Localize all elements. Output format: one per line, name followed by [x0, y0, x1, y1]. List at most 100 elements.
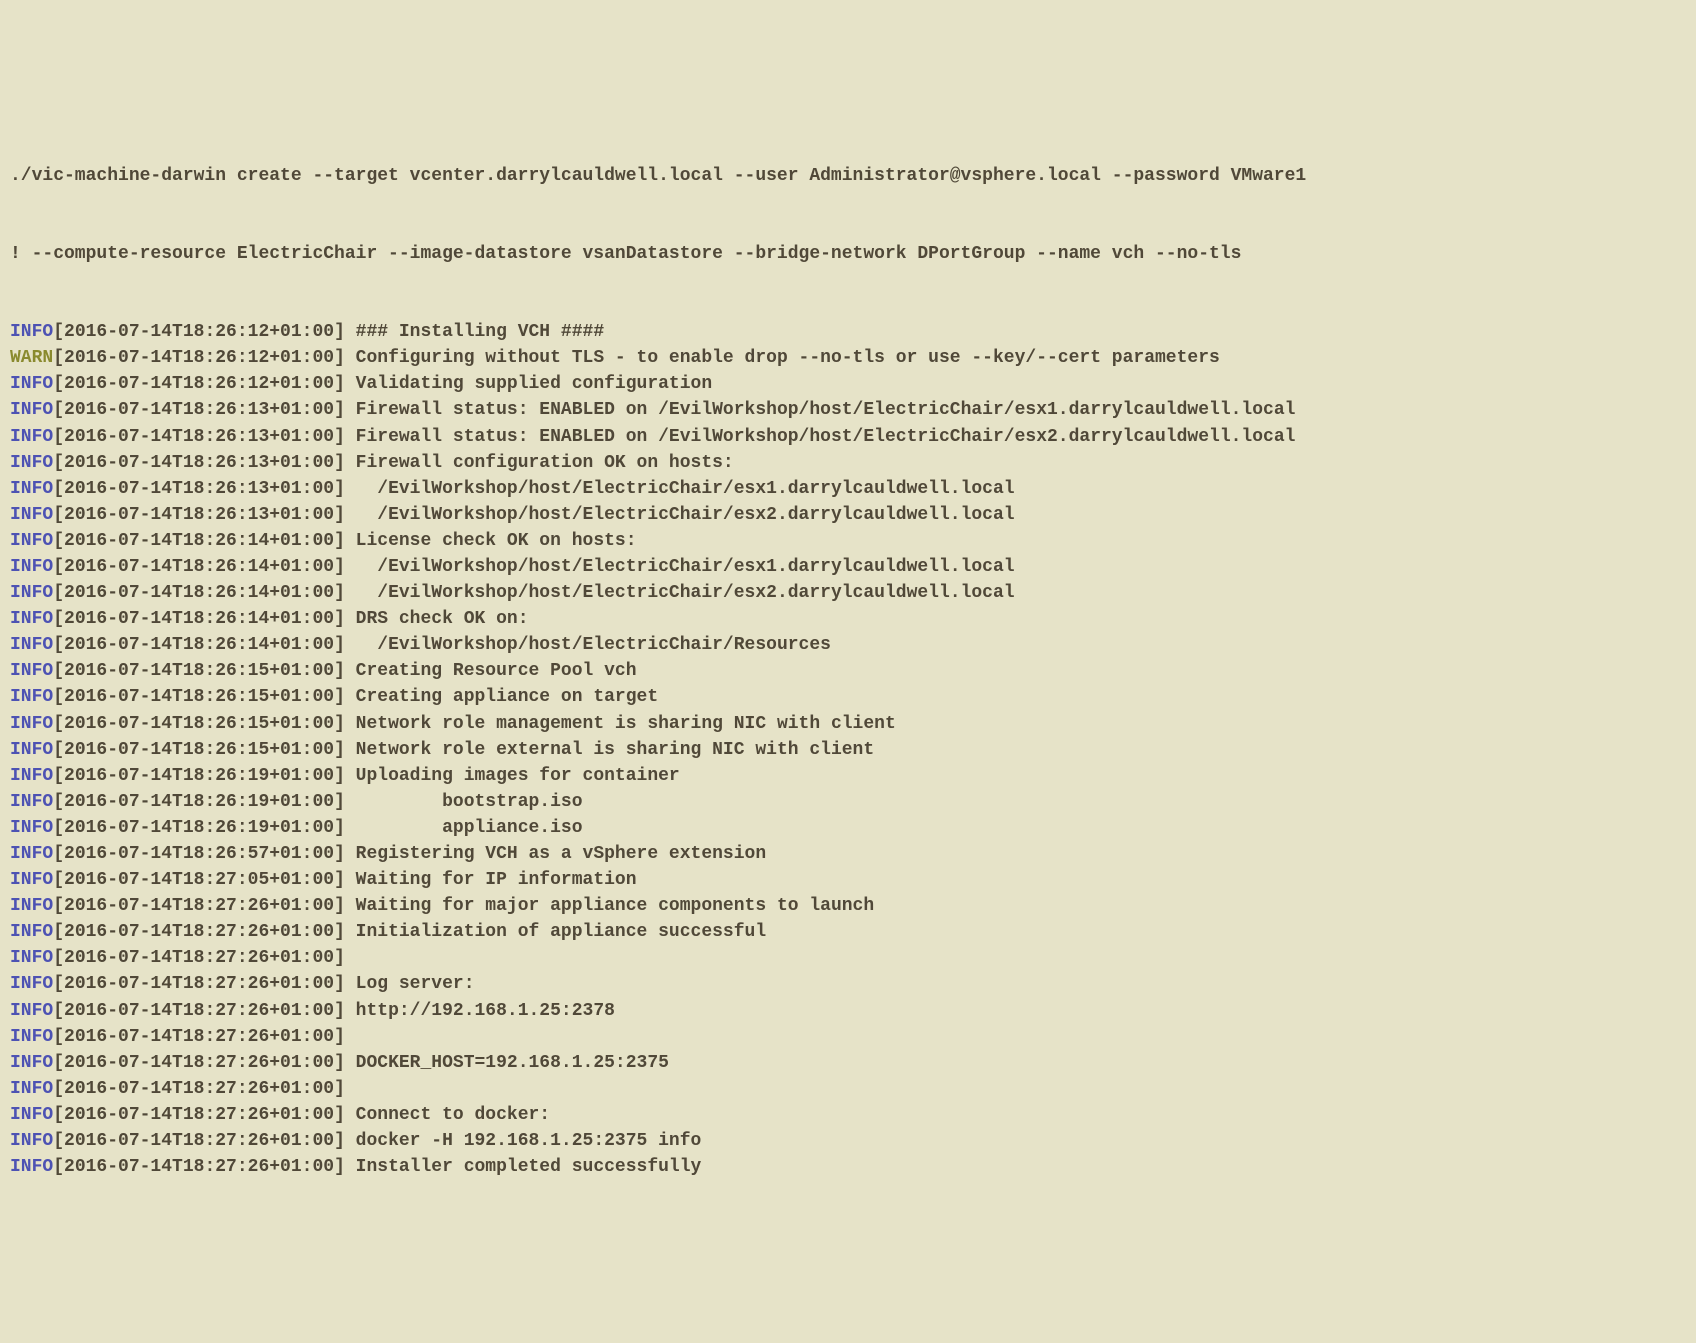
- log-level: INFO: [10, 870, 53, 890]
- log-level: INFO: [10, 609, 53, 629]
- log-level: INFO: [10, 1001, 53, 1021]
- log-line: INFO[2016-07-14T18:26:14+01:00] DRS chec…: [10, 606, 1686, 632]
- log-line: INFO[2016-07-14T18:27:05+01:00] Waiting …: [10, 867, 1686, 893]
- log-line: INFO[2016-07-14T18:26:15+01:00] Creating…: [10, 658, 1686, 684]
- log-line: INFO[2016-07-14T18:26:13+01:00] /EvilWor…: [10, 502, 1686, 528]
- log-message: Firewall configuration OK on hosts:: [345, 453, 734, 473]
- log-timestamp: [2016-07-14T18:26:15+01:00]: [53, 687, 345, 707]
- log-level: INFO: [10, 896, 53, 916]
- log-message: Validating supplied configuration: [345, 374, 712, 394]
- log-message: Firewall status: ENABLED on /EvilWorksho…: [345, 400, 1296, 420]
- log-line: INFO[2016-07-14T18:26:19+01:00] bootstra…: [10, 789, 1686, 815]
- log-message: Connect to docker:: [345, 1105, 550, 1125]
- log-level: INFO: [10, 1027, 53, 1047]
- log-message: Network role external is sharing NIC wit…: [345, 740, 874, 760]
- log-timestamp: [2016-07-14T18:27:26+01:00]: [53, 896, 345, 916]
- terminal-output: ./vic-machine-darwin create --target vce…: [10, 110, 1686, 1206]
- log-line: INFO[2016-07-14T18:26:13+01:00] /EvilWor…: [10, 476, 1686, 502]
- log-lines: INFO[2016-07-14T18:26:12+01:00] ### Inst…: [10, 319, 1686, 1180]
- log-message: Initialization of appliance successful: [345, 922, 766, 942]
- log-message: Uploading images for container: [345, 766, 680, 786]
- log-line: INFO[2016-07-14T18:26:14+01:00] License …: [10, 528, 1686, 554]
- log-level: INFO: [10, 1053, 53, 1073]
- log-level: INFO: [10, 948, 53, 968]
- log-line: INFO[2016-07-14T18:26:13+01:00] Firewall…: [10, 450, 1686, 476]
- log-line: WARN[2016-07-14T18:26:12+01:00] Configur…: [10, 345, 1686, 371]
- log-message: /EvilWorkshop/host/ElectricChair/esx2.da…: [345, 583, 1015, 603]
- log-message: License check OK on hosts:: [345, 531, 637, 551]
- log-message: ### Installing VCH ####: [345, 322, 604, 342]
- log-timestamp: [2016-07-14T18:26:13+01:00]: [53, 479, 345, 499]
- log-message: DOCKER_HOST=192.168.1.25:2375: [345, 1053, 669, 1073]
- log-level: INFO: [10, 479, 53, 499]
- log-level: WARN: [10, 348, 53, 368]
- log-level: INFO: [10, 427, 53, 447]
- log-message: Creating Resource Pool vch: [345, 661, 637, 681]
- log-level: INFO: [10, 974, 53, 994]
- log-line: INFO[2016-07-14T18:26:15+01:00] Creating…: [10, 684, 1686, 710]
- log-level: INFO: [10, 531, 53, 551]
- log-timestamp: [2016-07-14T18:26:14+01:00]: [53, 609, 345, 629]
- log-level: INFO: [10, 687, 53, 707]
- log-message: Waiting for major appliance components t…: [345, 896, 874, 916]
- log-timestamp: [2016-07-14T18:26:15+01:00]: [53, 714, 345, 734]
- log-timestamp: [2016-07-14T18:26:57+01:00]: [53, 844, 345, 864]
- log-timestamp: [2016-07-14T18:26:15+01:00]: [53, 740, 345, 760]
- log-message: appliance.iso: [345, 818, 583, 838]
- log-message: Installer completed successfully: [345, 1157, 701, 1177]
- log-message: /EvilWorkshop/host/ElectricChair/esx1.da…: [345, 479, 1015, 499]
- log-message: Registering VCH as a vSphere extension: [345, 844, 766, 864]
- log-level: INFO: [10, 400, 53, 420]
- log-level: INFO: [10, 740, 53, 760]
- log-timestamp: [2016-07-14T18:27:26+01:00]: [53, 974, 345, 994]
- log-timestamp: [2016-07-14T18:27:26+01:00]: [53, 1157, 345, 1177]
- log-level: INFO: [10, 1131, 53, 1151]
- command-line-1: ./vic-machine-darwin create --target vce…: [10, 163, 1686, 189]
- log-level: INFO: [10, 1105, 53, 1125]
- log-line: INFO[2016-07-14T18:27:26+01:00] Initiali…: [10, 919, 1686, 945]
- log-timestamp: [2016-07-14T18:27:26+01:00]: [53, 1027, 345, 1047]
- log-timestamp: [2016-07-14T18:26:13+01:00]: [53, 400, 345, 420]
- log-line: INFO[2016-07-14T18:26:12+01:00] Validati…: [10, 371, 1686, 397]
- log-timestamp: [2016-07-14T18:26:12+01:00]: [53, 374, 345, 394]
- log-level: INFO: [10, 922, 53, 942]
- log-message: Firewall status: ENABLED on /EvilWorksho…: [345, 427, 1296, 447]
- log-line: INFO[2016-07-14T18:27:26+01:00] Log serv…: [10, 971, 1686, 997]
- log-timestamp: [2016-07-14T18:27:26+01:00]: [53, 1053, 345, 1073]
- log-message: /EvilWorkshop/host/ElectricChair/esx2.da…: [345, 505, 1015, 525]
- log-line: INFO[2016-07-14T18:26:14+01:00] /EvilWor…: [10, 554, 1686, 580]
- log-message: Configuring without TLS - to enable drop…: [345, 348, 1220, 368]
- log-level: INFO: [10, 844, 53, 864]
- log-level: INFO: [10, 661, 53, 681]
- log-timestamp: [2016-07-14T18:27:05+01:00]: [53, 870, 345, 890]
- log-timestamp: [2016-07-14T18:26:15+01:00]: [53, 661, 345, 681]
- log-timestamp: [2016-07-14T18:27:26+01:00]: [53, 1131, 345, 1151]
- log-timestamp: [2016-07-14T18:26:13+01:00]: [53, 453, 345, 473]
- log-line: INFO[2016-07-14T18:26:57+01:00] Register…: [10, 841, 1686, 867]
- log-message: DRS check OK on:: [345, 609, 529, 629]
- log-message: Creating appliance on target: [345, 687, 658, 707]
- log-level: INFO: [10, 635, 53, 655]
- log-timestamp: [2016-07-14T18:26:13+01:00]: [53, 427, 345, 447]
- log-line: INFO[2016-07-14T18:26:15+01:00] Network …: [10, 737, 1686, 763]
- log-line: INFO[2016-07-14T18:26:19+01:00] applianc…: [10, 815, 1686, 841]
- log-line: INFO[2016-07-14T18:27:26+01:00] DOCKER_H…: [10, 1050, 1686, 1076]
- log-line: INFO[2016-07-14T18:27:26+01:00] Connect …: [10, 1102, 1686, 1128]
- log-line: INFO[2016-07-14T18:26:13+01:00] Firewall…: [10, 424, 1686, 450]
- log-line: INFO[2016-07-14T18:26:14+01:00] /EvilWor…: [10, 580, 1686, 606]
- log-timestamp: [2016-07-14T18:26:13+01:00]: [53, 505, 345, 525]
- log-message: http://192.168.1.25:2378: [345, 1001, 615, 1021]
- log-level: INFO: [10, 714, 53, 734]
- log-line: INFO[2016-07-14T18:26:13+01:00] Firewall…: [10, 397, 1686, 423]
- log-level: INFO: [10, 1079, 53, 1099]
- log-level: INFO: [10, 818, 53, 838]
- log-level: INFO: [10, 583, 53, 603]
- log-level: INFO: [10, 1157, 53, 1177]
- command-line-2: ! --compute-resource ElectricChair --ima…: [10, 241, 1686, 267]
- log-level: INFO: [10, 792, 53, 812]
- log-message: /EvilWorkshop/host/ElectricChair/Resourc…: [345, 635, 831, 655]
- log-line: INFO[2016-07-14T18:26:19+01:00] Uploadin…: [10, 763, 1686, 789]
- log-timestamp: [2016-07-14T18:26:14+01:00]: [53, 583, 345, 603]
- log-timestamp: [2016-07-14T18:26:12+01:00]: [53, 322, 345, 342]
- log-line: INFO[2016-07-14T18:27:26+01:00]: [10, 945, 1686, 971]
